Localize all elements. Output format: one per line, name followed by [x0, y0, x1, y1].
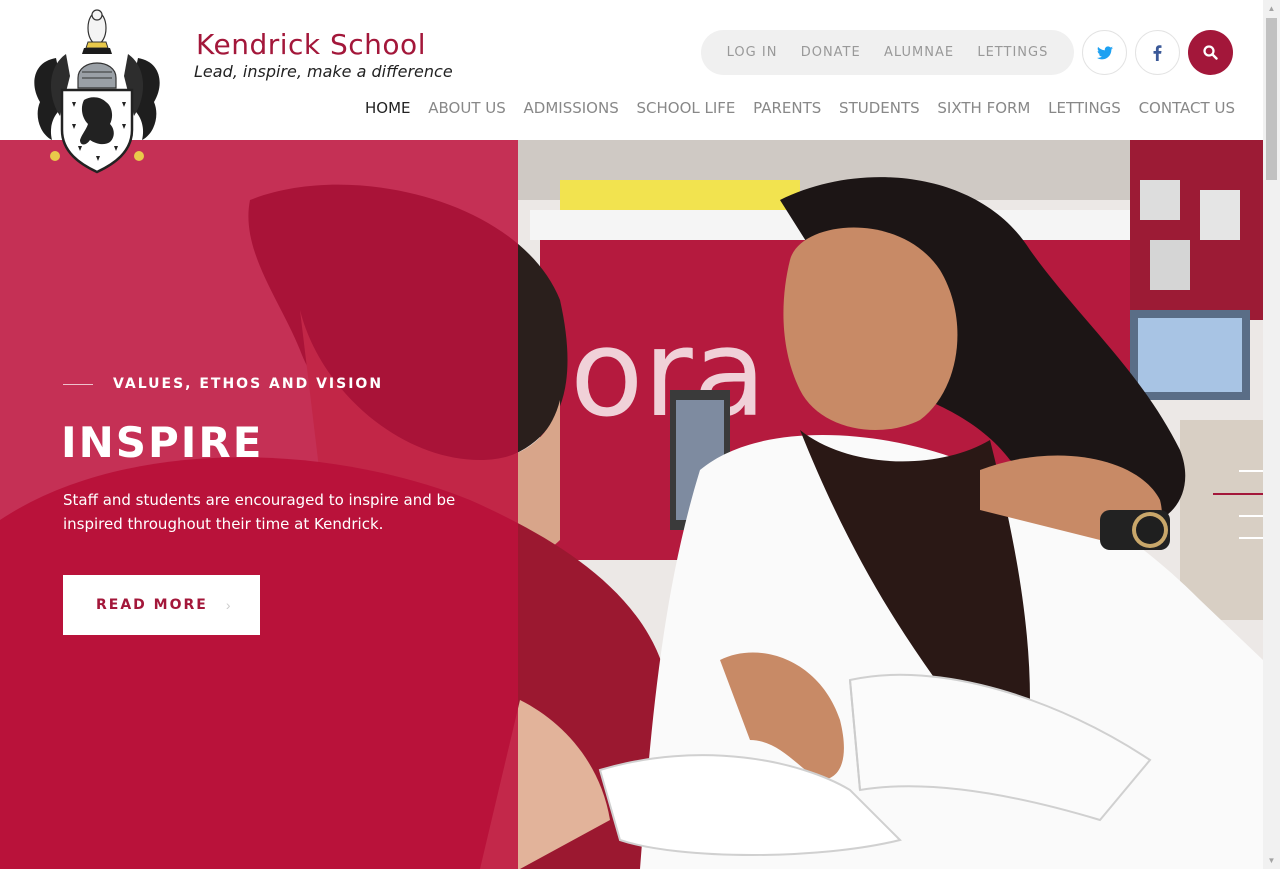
brand[interactable]: Kendrick School Lead, inspire, make a di… — [194, 28, 453, 82]
utility-link-donate[interactable]: DONATE — [801, 45, 861, 60]
search-icon — [1203, 45, 1218, 60]
hero-description: Staff and students are encouraged to ins… — [63, 491, 456, 533]
twitter-icon — [1096, 45, 1113, 59]
slide-indicator-1[interactable] — [1239, 470, 1263, 472]
nav-item-sixth-form[interactable]: SIXTH FORM — [937, 97, 1030, 119]
facebook-button[interactable] — [1135, 30, 1180, 75]
hero-eyebrow-text: VALUES, ETHOS AND VISION — [113, 376, 384, 392]
brand-name[interactable]: Kendrick School — [194, 28, 453, 62]
twitter-button[interactable] — [1082, 30, 1127, 75]
utility-link-lettings[interactable]: LETTINGS — [977, 45, 1048, 60]
scroll-thumb[interactable] — [1266, 18, 1277, 180]
chevron-right-icon: › — [225, 597, 231, 613]
main-nav: HOME ABOUT US ADMISSIONS SCHOOL LIFE PAR… — [365, 97, 1235, 119]
nav-item-contact-us[interactable]: CONTACT US — [1139, 97, 1235, 119]
read-more-label: READ MORE — [96, 597, 208, 613]
utility-link-log-in[interactable]: LOG IN — [727, 45, 778, 60]
scroll-down-arrow[interactable]: ▼ — [1263, 852, 1280, 869]
site-header: Kendrick School Lead, inspire, make a di… — [0, 0, 1263, 140]
nav-item-parents[interactable]: PARENTS — [753, 97, 821, 119]
nav-item-school-life[interactable]: SCHOOL LIFE — [636, 97, 735, 119]
utility-nav: LOG IN DONATE ALUMNAE LETTINGS — [701, 30, 1074, 75]
facebook-icon — [1153, 44, 1162, 61]
slide-indicator-3[interactable] — [1239, 515, 1263, 517]
slide-indicator-2-active[interactable] — [1213, 493, 1263, 495]
nav-item-admissions[interactable]: ADMISSIONS — [524, 97, 619, 119]
nav-item-students[interactable]: STUDENTS — [839, 97, 920, 119]
search-button[interactable] — [1188, 30, 1233, 75]
hero-eyebrow: VALUES, ETHOS AND VISION — [63, 376, 383, 392]
page-scrollbar[interactable]: ▲ ▼ — [1263, 0, 1280, 869]
utility-link-alumnae[interactable]: ALUMNAE — [884, 45, 954, 60]
brand-tagline: Lead, inspire, make a difference — [194, 62, 453, 81]
school-crest-logo[interactable] — [26, 6, 168, 174]
slide-indicator-4[interactable] — [1239, 537, 1263, 539]
nav-item-home[interactable]: HOME — [365, 97, 411, 119]
hero-title: INSPIRE — [61, 418, 264, 467]
svg-text:ora: ora — [570, 305, 766, 444]
nav-item-about-us[interactable]: ABOUT US — [428, 97, 506, 119]
nav-item-lettings[interactable]: LETTINGS — [1048, 97, 1121, 119]
hero-slider: ora VALUES, ETHOS AND VISION INSPIRE Sta… — [0, 140, 1263, 869]
read-more-button[interactable]: READ MORE › — [63, 575, 260, 635]
scroll-up-arrow[interactable]: ▲ — [1263, 0, 1280, 17]
eyebrow-rule — [63, 383, 93, 385]
